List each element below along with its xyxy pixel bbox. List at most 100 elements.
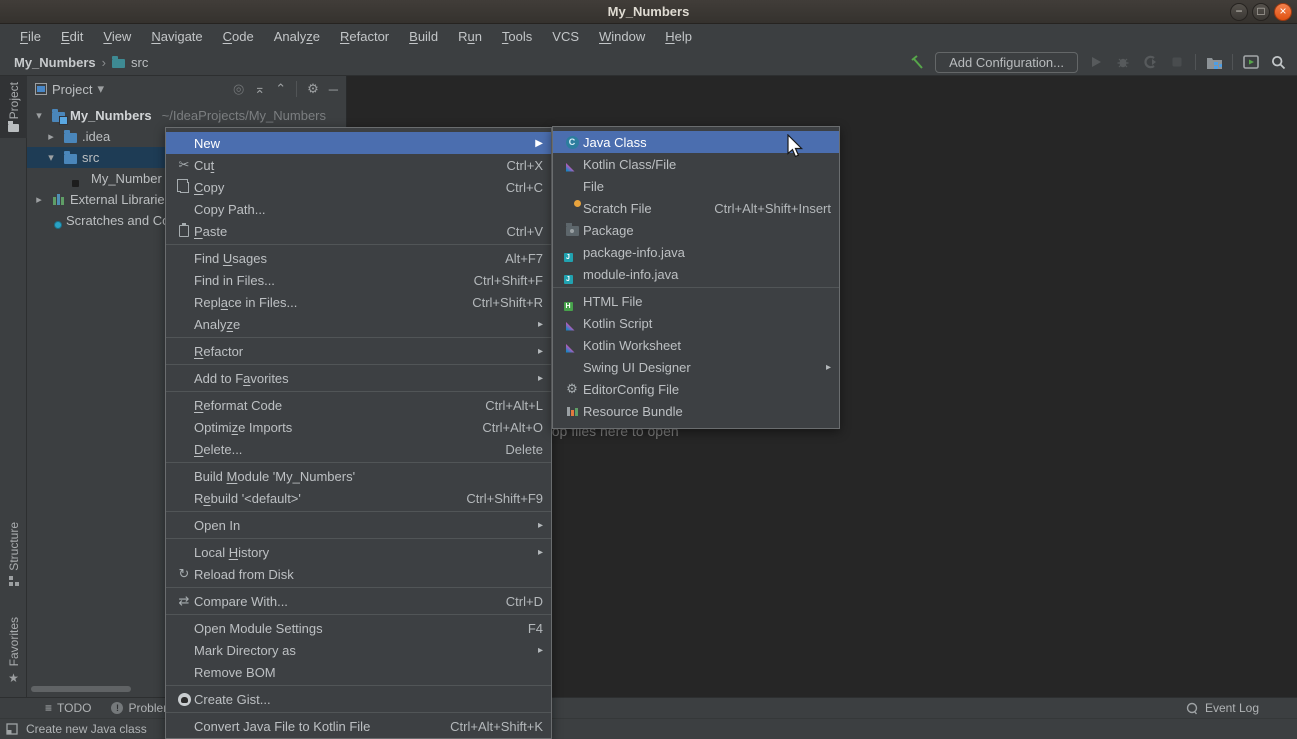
menu-item-remove-bom[interactable]: Remove BOM: [166, 661, 551, 683]
menu-analyze[interactable]: Analyze: [264, 26, 330, 47]
add-configuration-button[interactable]: Add Configuration...: [935, 52, 1078, 73]
menu-separator: [166, 364, 551, 365]
star-icon: ★: [8, 671, 19, 685]
expand-all-icon[interactable]: ⌅: [254, 81, 265, 97]
hide-panel-icon[interactable]: ─: [329, 82, 338, 97]
menu-item-open-module-settings[interactable]: Open Module Settings F4: [166, 617, 551, 639]
menu-help[interactable]: Help: [655, 26, 702, 47]
chevron-right-icon[interactable]: ▸: [32, 193, 46, 206]
tool-window-project[interactable]: Project: [0, 76, 27, 138]
menu-item-delete[interactable]: Delete... Delete: [166, 438, 551, 460]
maximize-button[interactable]: □: [1252, 3, 1270, 21]
left-tool-strip: Project Structure Favorites ★: [0, 76, 27, 697]
menu-item-optimize-imports[interactable]: Optimize Imports Ctrl+Alt+O: [166, 416, 551, 438]
event-log-button[interactable]: Event Log: [1186, 701, 1297, 715]
submenu-item-kotlin-worksheet[interactable]: Kotlin Worksheet: [553, 334, 839, 356]
submenu-arrow-icon: ▸: [538, 645, 543, 656]
breadcrumb-separator-icon: ›: [102, 55, 106, 70]
horizontal-scrollbar[interactable]: [31, 686, 131, 692]
menu-item-add-to-favorites[interactable]: Add to Favorites ▸: [166, 367, 551, 389]
menu-code[interactable]: Code: [213, 26, 264, 47]
locate-file-icon[interactable]: ◎: [233, 81, 244, 97]
menu-item-analyze[interactable]: Analyze ▸: [166, 313, 551, 335]
folder-icon: [62, 150, 78, 166]
menu-item-mark-directory-as[interactable]: Mark Directory as ▸: [166, 639, 551, 661]
menu-item-copy[interactable]: Copy Ctrl+C: [166, 176, 551, 198]
menu-item-find-in-files[interactable]: Find in Files... Ctrl+Shift+F: [166, 269, 551, 291]
search-everywhere-icon[interactable]: [1269, 53, 1287, 71]
menu-separator: [166, 511, 551, 512]
chevron-right-icon[interactable]: ▸: [44, 130, 58, 143]
menu-item-replace-in-files[interactable]: Replace in Files... Ctrl+Shift+R: [166, 291, 551, 313]
library-icon: [50, 192, 66, 208]
menu-item-copy-path[interactable]: Copy Path...: [166, 198, 551, 220]
menu-item-local-history[interactable]: Local History ▸: [166, 541, 551, 563]
tree-row-my-numbers[interactable]: ▾ My_Numbers ~/IdeaProjects/My_Numbers: [27, 105, 346, 126]
submenu-item-scratch-file[interactable]: Scratch File Ctrl+Alt+Shift+Insert: [553, 197, 839, 219]
menu-navigate[interactable]: Navigate: [141, 26, 212, 47]
submenu-item-package-info[interactable]: J package-info.java: [553, 241, 839, 263]
menu-item-new[interactable]: New ▶: [166, 132, 551, 154]
window-controls: − □ ×: [1230, 3, 1292, 21]
tool-window-toggle-icon[interactable]: [6, 723, 18, 735]
project-tool-icon: [8, 124, 19, 132]
menu-view[interactable]: View: [93, 26, 141, 47]
run-anything-icon[interactable]: [1242, 53, 1260, 71]
menu-item-refactor[interactable]: Refactor ▸: [166, 340, 551, 362]
submenu-item-editorconfig-file[interactable]: ⚙ EditorConfig File: [553, 378, 839, 400]
paste-icon: [174, 223, 194, 239]
menu-item-cut[interactable]: ✂ Cut Ctrl+X: [166, 154, 551, 176]
menu-item-compare-with[interactable]: ⇄ Compare With... Ctrl+D: [166, 590, 551, 612]
panel-settings-gear-icon[interactable]: ⚙: [307, 81, 319, 97]
menu-item-open-in[interactable]: Open In ▸: [166, 514, 551, 536]
tool-window-todo[interactable]: ≡ TODO: [45, 701, 91, 715]
menu-item-find-usages[interactable]: Find Usages Alt+F7: [166, 247, 551, 269]
menu-item-rebuild-default[interactable]: Rebuild '<default>' Ctrl+Shift+F9: [166, 487, 551, 509]
menu-build[interactable]: Build: [399, 26, 448, 47]
menu-refactor[interactable]: Refactor: [330, 26, 399, 47]
collapse-all-icon[interactable]: ⌃: [275, 81, 286, 97]
profiler-icon[interactable]: [1168, 53, 1186, 71]
package-icon: [561, 222, 583, 238]
submenu-item-swing-ui-designer[interactable]: Swing UI Designer ▸: [553, 356, 839, 378]
project-panel-title[interactable]: Project: [52, 82, 92, 97]
run-icon[interactable]: [1087, 53, 1105, 71]
debug-icon[interactable]: [1114, 53, 1132, 71]
menu-file[interactable]: File: [10, 26, 51, 47]
submenu-item-kotlin-script[interactable]: Kotlin Script: [553, 312, 839, 334]
menu-edit[interactable]: Edit: [51, 26, 93, 47]
build-hammer-icon[interactable]: [908, 53, 926, 71]
chevron-down-icon[interactable]: ▾: [32, 109, 46, 122]
menu-separator: [166, 462, 551, 463]
minimize-button[interactable]: −: [1230, 3, 1248, 21]
menu-item-reload-from-disk[interactable]: ↻ Reload from Disk: [166, 563, 551, 585]
chevron-down-icon[interactable]: ▾: [44, 151, 58, 164]
project-structure-icon[interactable]: [1205, 53, 1223, 71]
run-toolbar: Add Configuration...: [908, 52, 1297, 73]
submenu-item-resource-bundle[interactable]: Resource Bundle: [553, 400, 839, 422]
menu-tools[interactable]: Tools: [492, 26, 542, 47]
menu-item-reformat-code[interactable]: Reformat Code Ctrl+Alt+L: [166, 394, 551, 416]
tool-window-favorites[interactable]: Favorites ★: [0, 611, 27, 691]
compare-icon: ⇄: [174, 593, 194, 609]
menu-item-create-gist[interactable]: Create Gist...: [166, 688, 551, 710]
submenu-item-module-info[interactable]: J module-info.java: [553, 263, 839, 285]
menu-item-build-module[interactable]: Build Module 'My_Numbers': [166, 465, 551, 487]
coverage-icon[interactable]: [1141, 53, 1159, 71]
submenu-arrow-icon: ▸: [538, 319, 543, 330]
close-button[interactable]: ×: [1274, 3, 1292, 21]
breadcrumb-item[interactable]: src: [131, 55, 148, 70]
submenu-item-file[interactable]: File: [553, 175, 839, 197]
tool-window-structure[interactable]: Structure: [0, 516, 27, 592]
breadcrumb-project[interactable]: My_Numbers: [14, 55, 96, 70]
menu-item-paste[interactable]: Paste Ctrl+V: [166, 220, 551, 242]
menu-window[interactable]: Window: [589, 26, 655, 47]
scratch-file-icon: [561, 200, 583, 216]
submenu-item-package[interactable]: Package: [553, 219, 839, 241]
menu-separator: [166, 538, 551, 539]
dropdown-arrow-icon[interactable]: ▾: [97, 81, 104, 97]
submenu-item-html-file[interactable]: H HTML File: [553, 290, 839, 312]
menu-vcs[interactable]: VCS: [542, 26, 589, 47]
menu-run[interactable]: Run: [448, 26, 492, 47]
menu-item-convert-java-to-kotlin[interactable]: Convert Java File to Kotlin File Ctrl+Al…: [166, 715, 551, 737]
